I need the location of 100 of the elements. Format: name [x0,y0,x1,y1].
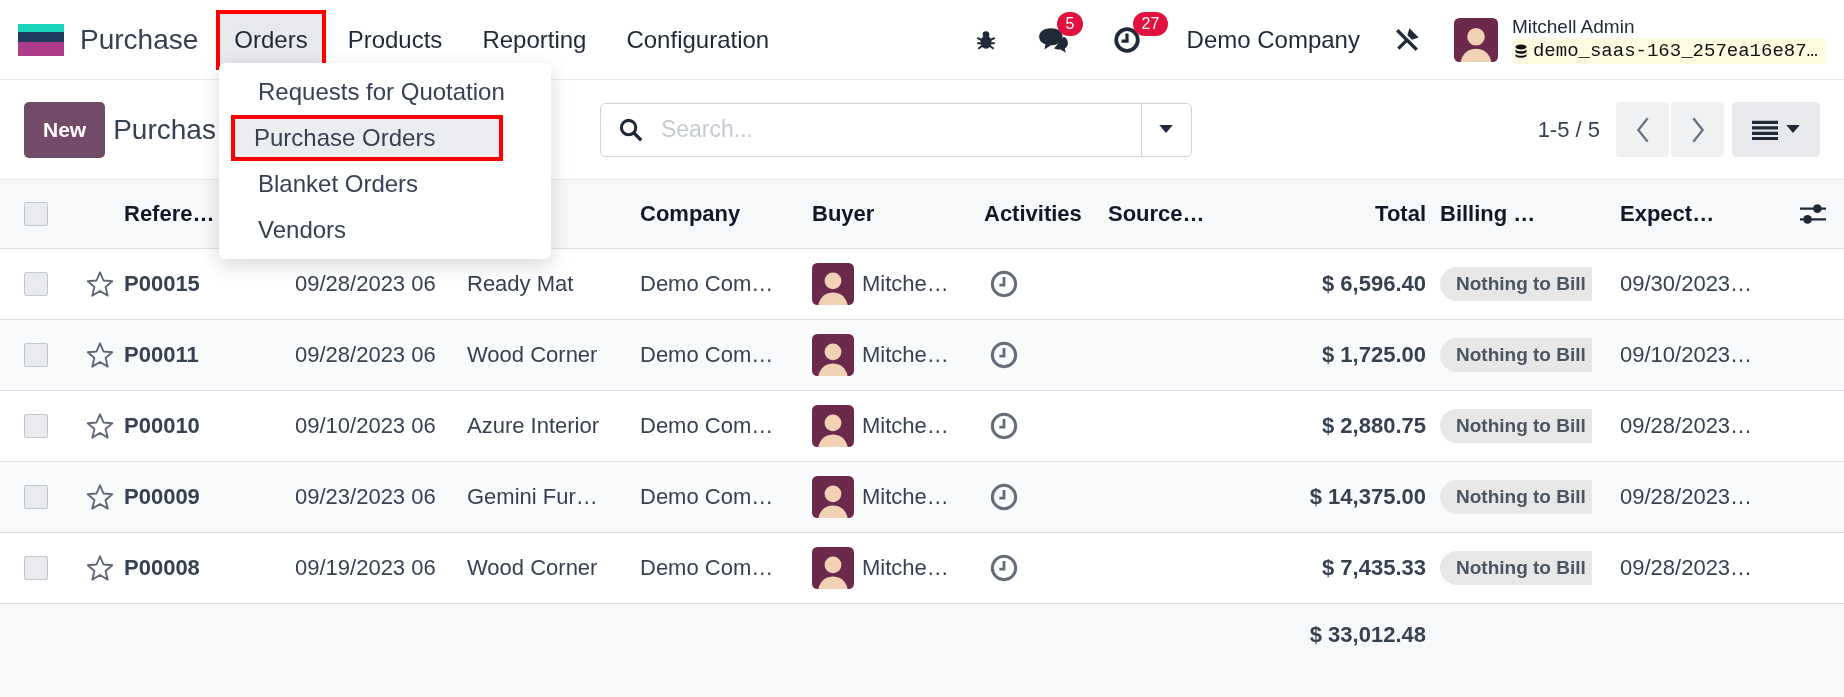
company-switcher[interactable]: Demo Company [1186,25,1360,54]
table-cell: P00015 [124,271,200,297]
avatar [812,476,854,518]
table-cell: Demo Com… [640,484,774,510]
star-icon[interactable] [86,554,114,582]
status-badge: Nothing to Bill [1440,480,1592,514]
table-cell: 09/30/2023… [1620,271,1753,297]
table-cell: P00009 [124,484,200,510]
table-cell: 09/10/2023… [1620,342,1753,368]
database-name: demo_saas-163_257ea16e87… [1532,39,1818,62]
dropdown-menu-item[interactable]: Requests for Quotation [219,69,503,115]
star-icon[interactable] [86,483,114,511]
column-settings-icon[interactable] [1800,202,1826,226]
status-badge: Nothing to Bill [1440,338,1592,372]
table-cell: $ 1,725.00 [1322,342,1426,368]
user-avatar[interactable] [1453,17,1498,62]
total-sum: $ 33,012.48 [1309,622,1426,648]
next-page-button[interactable] [1671,102,1724,157]
table-cell: 09/28/2023 06 [295,342,436,368]
dropdown-menu-item[interactable]: Blanket Orders [219,161,503,207]
avatar [812,263,854,305]
search-icon [618,117,643,142]
column-header[interactable]: Activities [984,201,1082,227]
table-cell: Gemini Fur… [467,484,598,510]
column-header[interactable]: Buyer [812,201,875,227]
status-badge: Nothing to Bill [1440,267,1592,301]
table-cell: 09/19/2023 06 [295,555,436,581]
avatar [812,405,854,447]
breadcrumb-title: Purchas [113,113,216,146]
star-icon[interactable] [86,341,114,369]
nav-menu-item[interactable]: Orders [216,9,326,70]
table-cell: 09/28/2023… [1620,555,1753,581]
new-button[interactable]: New [24,101,106,158]
table-cell: P00011 [124,342,199,368]
table-cell: 09/28/2023… [1620,484,1753,510]
row-checkbox[interactable] [24,272,48,296]
table-cell: Wood Corner [467,555,598,581]
column-header[interactable]: Company [640,201,741,227]
column-header[interactable]: Refere… [124,201,215,227]
column-header[interactable]: Billing … [1440,201,1536,227]
table-cell: $ 14,375.00 [1309,484,1426,510]
table-cell: $ 2,880.75 [1322,413,1426,439]
chevron-left-icon [1635,116,1650,143]
table-cell: 09/10/2023 06 [295,413,436,439]
bug-icon[interactable] [974,28,997,51]
dropdown-menu-item[interactable]: Vendors [219,207,503,253]
list-icon [1752,119,1778,140]
previous-page-button[interactable] [1616,102,1669,157]
column-header[interactable]: Source… [1108,201,1205,227]
database-icon [1514,43,1527,58]
table-cell: Demo Com… [640,555,774,581]
caret-icon [1786,125,1800,134]
search-field[interactable]: Search... [599,102,1192,157]
nav-menu-item[interactable]: Products [329,9,461,70]
clock-icon[interactable] [1112,25,1141,54]
table-cell: Azure Interior [467,413,600,439]
star-icon[interactable] [86,412,114,440]
table-cell: 09/28/2023… [1620,413,1753,439]
table-cell: Demo Com… [640,413,774,439]
table-cell: Demo Com… [640,342,774,368]
row-checkbox[interactable] [24,556,48,580]
column-header[interactable]: Total [1375,201,1426,227]
table-cell: 09/28/2023 06 [295,271,436,297]
table-cell: Ready Mat [467,271,574,297]
avatar [812,334,854,376]
row-checkbox[interactable] [24,485,48,509]
table-cell: Wood Corner [467,342,598,368]
pager-text: 1-5 / 5 [1537,116,1600,143]
dropdown-menu-item[interactable]: Purchase Orders [231,115,503,161]
row-checkbox[interactable] [24,414,48,438]
table-cell: Mitche… [862,484,949,510]
nav-menu-item[interactable]: Configuration [608,9,788,70]
table-cell: $ 7,435.33 [1322,555,1426,581]
column-header[interactable]: Expect… [1620,201,1715,227]
table-cell: 09/23/2023 06 [295,484,436,510]
app-logo-icon[interactable] [18,23,64,56]
table-cell: Mitche… [862,342,949,368]
caret-icon [1159,125,1174,134]
table-cell: P00010 [124,413,200,439]
chevron-right-icon [1690,116,1705,143]
avatar [812,547,854,589]
table-cell: P00008 [124,555,200,581]
search-input[interactable]: Search... [658,115,1141,144]
notification-badge: 27 [1132,11,1169,36]
table-cell: Demo Com… [640,271,774,297]
table-cell: Mitche… [862,555,949,581]
select-all-checkbox[interactable] [24,202,48,226]
row-checkbox[interactable] [24,343,48,367]
view-switcher-button[interactable] [1732,102,1820,157]
notification-badge: 5 [1056,11,1084,36]
star-icon[interactable] [86,270,114,298]
table-cell: $ 6,596.40 [1322,271,1426,297]
nav-menu-item[interactable]: Reporting [464,9,605,70]
table-cell: Mitche… [862,271,949,297]
status-badge: Nothing to Bill [1440,409,1592,443]
table-cell: Mitche… [862,413,949,439]
user-name[interactable]: Mitchell Admin [1511,15,1826,38]
tools-icon[interactable] [1393,26,1420,53]
app-name[interactable]: Purchase [80,23,199,56]
status-badge: Nothing to Bill [1440,551,1592,585]
